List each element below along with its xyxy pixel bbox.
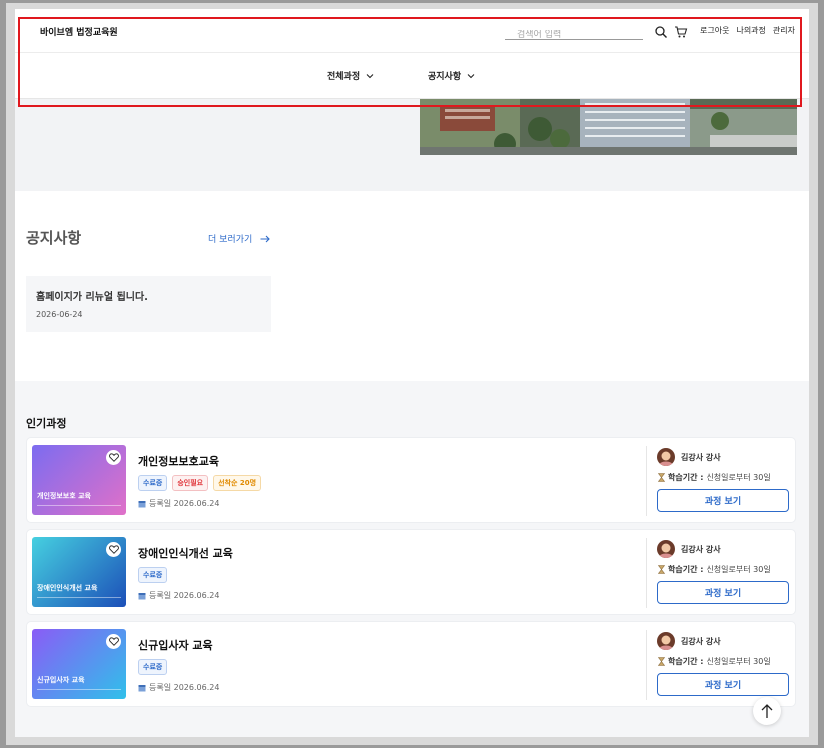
nav-notices[interactable]: 공지사항: [428, 69, 475, 82]
popular-section: 인기과정 개인정보보호 교육 개인정보보호교육 수료증 승인필요 선착순 20명 등…: [15, 381, 809, 737]
instructor: 김강사 강사: [657, 448, 721, 466]
instructor: 김강사 강사: [657, 632, 721, 650]
chevron-down-icon: [366, 73, 374, 78]
study-period: 학습기간 : 신청일로부터 30일: [658, 564, 771, 575]
course-tags: 수료증 승인필요 선착순 20명: [138, 475, 262, 491]
course-tag: 승인필요: [172, 475, 209, 491]
campus-photo: [420, 99, 797, 155]
card-divider: [646, 630, 647, 700]
hourglass-icon: [658, 657, 665, 666]
study-period: 학습기간 : 신청일로부터 30일: [658, 656, 771, 667]
instructor-name: 김강사 강사: [681, 544, 721, 554]
thumbnail-line: [37, 689, 121, 690]
course-title[interactable]: 장애인인식개선 교육: [138, 545, 233, 561]
header-links: 로그아웃 나의과정 관리자: [700, 25, 795, 36]
registered-date-text: 등록일 2026.06.24: [149, 499, 220, 508]
study-period-value: 신청일로부터 30일: [706, 565, 771, 574]
registered-date: 등록일 2026.06.24: [138, 590, 219, 601]
hero-banner: [15, 99, 809, 191]
view-course-button[interactable]: 과정 보기: [657, 489, 789, 512]
view-course-button[interactable]: 과정 보기: [657, 581, 789, 604]
search-box: [505, 22, 643, 40]
instructor-avatar: [657, 540, 675, 558]
instructor: 김강사 강사: [657, 540, 721, 558]
more-link[interactable]: 더 보러가기: [208, 232, 271, 245]
notice-item[interactable]: 홈페이지가 리뉴얼 됩니다. 2026-06-24: [26, 276, 271, 332]
my-courses-link[interactable]: 나의과정: [736, 25, 765, 36]
course-tag: 수료증: [138, 475, 168, 491]
course-card[interactable]: 개인정보보호 교육 개인정보보호교육 수료증 승인필요 선착순 20명 등록일 20…: [26, 437, 796, 523]
thumbnail-line: [37, 597, 121, 598]
view-course-button[interactable]: 과정 보기: [657, 673, 789, 696]
course-thumbnail[interactable]: 장애인인식개선 교육: [32, 537, 126, 607]
instructor-avatar: [657, 632, 675, 650]
registered-date: 등록일 2026.06.24: [138, 682, 219, 693]
card-divider: [646, 538, 647, 608]
course-tags: 수료증: [138, 567, 168, 583]
registered-date-text: 등록일 2026.06.24: [149, 591, 220, 600]
card-divider: [646, 446, 647, 516]
site-logo[interactable]: 바이브엠 법정교육원: [40, 25, 118, 38]
course-tag: 수료증: [138, 567, 168, 583]
thumbnail-label: 신규입사자 교육: [37, 676, 85, 684]
scroll-top-button[interactable]: [753, 697, 781, 725]
notice-title: 공지사항: [26, 229, 82, 247]
popular-title: 인기과정: [26, 417, 67, 430]
heart-icon: [108, 453, 119, 462]
registered-date-text: 등록일 2026.06.24: [149, 683, 220, 692]
course-thumbnail[interactable]: 신규입사자 교육: [32, 629, 126, 699]
course-card[interactable]: 장애인인식개선 교육 장애인인식개선 교육 수료증 등록일 2026.06.24…: [26, 529, 796, 615]
heart-icon: [108, 637, 119, 646]
heart-icon: [108, 545, 119, 554]
hourglass-icon: [658, 473, 665, 482]
course-title[interactable]: 신규입사자 교육: [138, 637, 213, 653]
instructor-name: 김강사 강사: [681, 452, 721, 462]
favorite-button[interactable]: [106, 450, 121, 465]
nav-notices-label: 공지사항: [428, 72, 462, 82]
calendar-icon: [138, 684, 146, 691]
nav-all-courses-label: 전체과정: [327, 72, 361, 82]
study-period-label: 학습기간 :: [668, 657, 704, 666]
logout-link[interactable]: 로그아웃: [700, 25, 729, 36]
admin-link[interactable]: 관리자: [773, 25, 795, 36]
main-nav: 전체과정 공지사항: [15, 53, 809, 99]
registered-date: 등록일 2026.06.24: [138, 498, 219, 509]
favorite-button[interactable]: [106, 542, 121, 557]
course-thumbnail[interactable]: 개인정보보호 교육: [32, 445, 126, 515]
page: 바이브엠 법정교육원 로그아웃 나의과정 관리자 전체과정 공지사항: [15, 9, 809, 737]
course-tag: 수료증: [138, 659, 168, 675]
notice-item-title: 홈페이지가 리뉴얼 됩니다.: [36, 292, 148, 303]
study-period: 학습기간 : 신청일로부터 30일: [658, 472, 771, 483]
course-title[interactable]: 개인정보보호교육: [138, 453, 219, 469]
thumbnail-line: [37, 505, 121, 506]
hourglass-icon: [658, 565, 665, 574]
study-period-label: 학습기간 :: [668, 565, 704, 574]
notice-section: 공지사항 더 보러가기 홈페이지가 리뉴얼 됩니다. 2026-06-24: [15, 191, 809, 381]
course-card[interactable]: 신규입사자 교육 신규입사자 교육 수료증 등록일 2026.06.24 김강사…: [26, 621, 796, 707]
study-period-value: 신청일로부터 30일: [706, 473, 771, 482]
calendar-icon: [138, 500, 146, 507]
notice-item-date: 2026-06-24: [36, 310, 83, 319]
search-icon[interactable]: [654, 25, 668, 39]
study-period-label: 학습기간 :: [668, 473, 704, 482]
course-tags: 수료증: [138, 659, 168, 675]
instructor-name: 김강사 강사: [681, 636, 721, 646]
study-period-value: 신청일로부터 30일: [706, 657, 771, 666]
cart-icon[interactable]: [674, 25, 688, 39]
arrow-up-icon: [761, 704, 773, 718]
calendar-icon: [138, 592, 146, 599]
instructor-avatar: [657, 448, 675, 466]
favorite-button[interactable]: [106, 634, 121, 649]
header: 바이브엠 법정교육원 로그아웃 나의과정 관리자: [15, 9, 809, 53]
course-tag: 선착순 20명: [213, 475, 262, 491]
chevron-down-icon: [467, 73, 475, 78]
thumbnail-label: 개인정보보호 교육: [37, 492, 91, 500]
arrow-right-icon: [260, 235, 271, 242]
more-link-label: 더 보러가기: [208, 235, 253, 245]
thumbnail-label: 장애인인식개선 교육: [37, 584, 98, 592]
search-input[interactable]: [505, 30, 643, 40]
nav-all-courses[interactable]: 전체과정: [327, 69, 374, 82]
